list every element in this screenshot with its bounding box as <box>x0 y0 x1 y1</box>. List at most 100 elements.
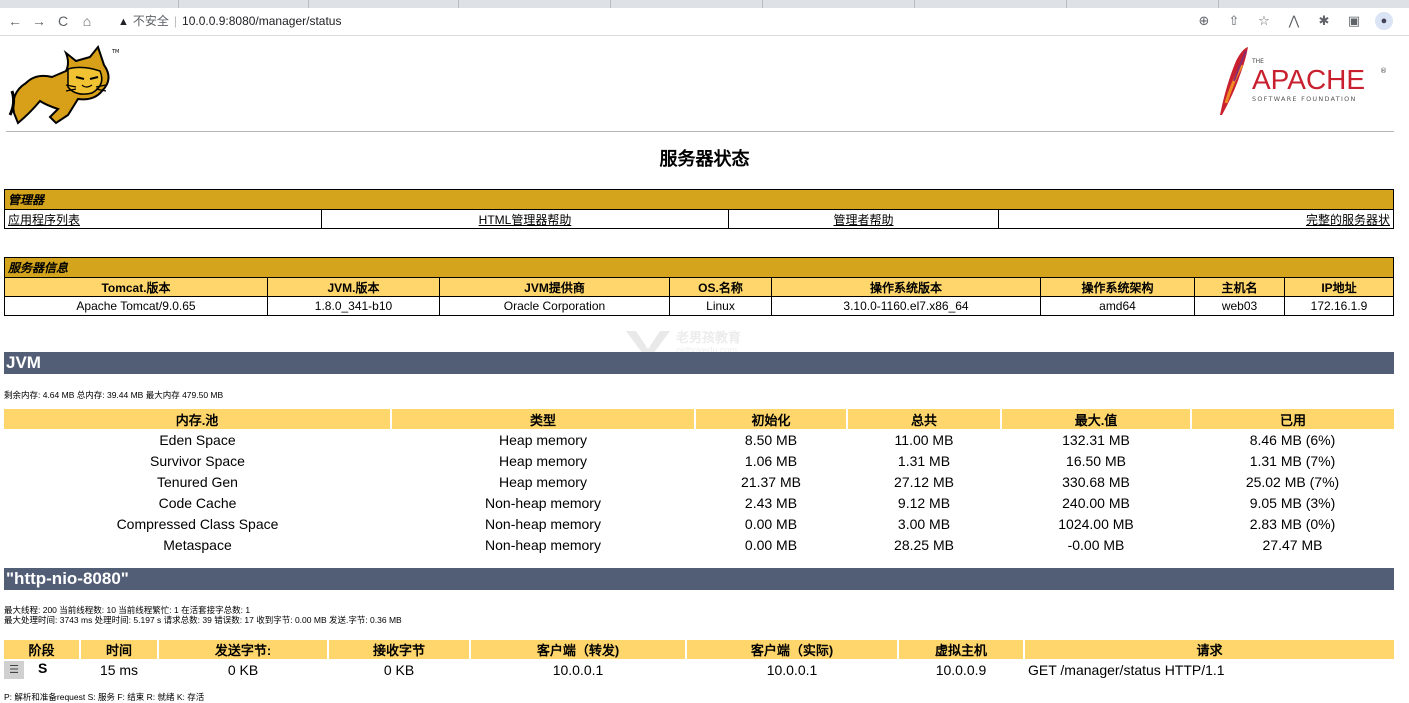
table-row: Survivor Space Heap memory 1.06 MB 1.31 … <box>4 450 1394 471</box>
connector-section-title: "http-nio-8080" <box>4 568 1394 590</box>
manager-table: 管理器 应用程序列表 HTML管理器帮助 管理者帮助 完整的服务器状 <box>4 189 1394 229</box>
home-icon[interactable]: ⌂ <box>78 12 96 30</box>
complete-server-status-link[interactable]: 完整的服务器状 <box>1306 213 1390 227</box>
manager-help-link[interactable]: 管理者帮助 <box>833 213 893 227</box>
memory-type-cell: Heap memory <box>499 473 587 490</box>
browser-tab[interactable] <box>762 0 915 8</box>
client-actual-cell: 10.0.0.1 <box>766 661 818 678</box>
server-info-header: OS.名称 <box>669 277 772 297</box>
stage-legend: P: 解析和准备request S: 服务 F: 结束 R: 就绪 K: 存活 <box>4 692 205 702</box>
memory-total-cell: 27.12 MB <box>894 473 954 490</box>
jvm-memory-summary: 剩余内存: 4.64 MB 总内存: 39.44 MB 最大内存 479.50 … <box>4 390 224 400</box>
memory-init-cell: 0.00 MB <box>744 536 798 553</box>
memory-init-cell: 8.50 MB <box>744 431 798 448</box>
server-info-header: Tomcat.版本 <box>4 277 268 297</box>
request-header: 请求 <box>1024 640 1394 659</box>
recv-bytes-header: 接收字节 <box>328 640 471 659</box>
memory-type-cell: Heap memory <box>499 452 587 469</box>
sent-bytes-header: 发送字节: <box>158 640 329 659</box>
os-version-value: 3.10.0-1160.el7.x86_64 <box>771 296 1041 316</box>
reload-icon[interactable]: C <box>54 12 72 30</box>
virtual-host-cell: 10.0.0.9 <box>935 661 987 678</box>
server-info-header: JVM提供商 <box>439 277 670 297</box>
manager-section-title: 管理器 <box>4 189 1394 210</box>
page-title: 服务器状态 <box>659 149 750 169</box>
forward-icon[interactable]: → <box>30 12 48 30</box>
list-menu-icon[interactable]: ☰ <box>4 660 24 679</box>
memory-pool-cell: Tenured Gen <box>157 473 238 490</box>
manager-link-cell: 应用程序列表 <box>4 209 322 229</box>
table-row: Tenured Gen Heap memory 21.37 MB 27.12 M… <box>4 471 1394 492</box>
request-table: 阶段 时间 发送字节: 接收字节 客户端（转发) 客户端（实际) 虚拟主机 请求… <box>4 640 1394 680</box>
table-row: Metaspace Non-heap memory 0.00 MB 28.25 … <box>4 534 1394 555</box>
memory-max-cell: 330.68 MB <box>1062 473 1130 490</box>
memory-max-cell: 1024.00 MB <box>1058 515 1134 532</box>
html-manager-help-link[interactable]: HTML管理器帮助 <box>479 213 572 227</box>
server-info-section-title: 服务器信息 <box>4 257 1394 278</box>
warning-triangle-icon[interactable]: ▲ <box>118 16 129 28</box>
connector-requests-info: 最大处理时间: 3743 ms 处理时间: 5.197 s 请求总数: 39 错… <box>4 615 402 625</box>
ip-address-value: 172.16.1.9 <box>1284 296 1394 316</box>
browser-tab-strip <box>0 0 1409 8</box>
zoom-icon[interactable]: ⊕ <box>1195 12 1213 30</box>
stage-cell: ☰ S <box>4 659 80 680</box>
virtual-host-header: 虚拟主机 <box>898 640 1025 659</box>
memory-used-cell: 9.05 MB (3%) <box>1249 494 1336 511</box>
memory-max-cell: 240.00 MB <box>1062 494 1130 511</box>
browser-tab[interactable] <box>0 0 179 8</box>
jvm-vendor-value: Oracle Corporation <box>439 296 670 316</box>
app-list-link[interactable]: 应用程序列表 <box>8 213 80 227</box>
url-text[interactable]: 10.0.0.9:8080/manager/status <box>182 14 341 28</box>
memory-max-cell: 132.31 MB <box>1062 431 1130 448</box>
memory-type-cell: Non-heap memory <box>485 536 601 553</box>
profile-avatar-icon[interactable]: ● <box>1375 12 1393 30</box>
share-icon[interactable]: ⇧ <box>1225 12 1243 30</box>
memory-total-cell: 28.25 MB <box>894 536 954 553</box>
side-panel-icon[interactable]: ▣ <box>1345 12 1363 30</box>
puzzle-extensions-icon[interactable]: ✱ <box>1315 12 1333 30</box>
memory-type-cell: Non-heap memory <box>485 494 601 511</box>
browser-tab[interactable] <box>308 0 459 8</box>
memory-init-cell: 0.00 MB <box>744 515 798 532</box>
memory-used-header: 已用 <box>1191 409 1394 429</box>
apache-logo[interactable]: THE APACHE ® SOFTWARE FOUNDATION <box>1212 45 1392 117</box>
browser-tab[interactable] <box>914 0 1067 8</box>
manager-link-cell: HTML管理器帮助 <box>321 209 729 229</box>
time-cell: 15 ms <box>99 661 139 678</box>
header-divider <box>6 131 1394 132</box>
server-info-header: JVM.版本 <box>267 277 440 297</box>
memory-used-cell: 25.02 MB (7%) <box>1245 473 1340 490</box>
memory-type-header: 类型 <box>391 409 696 429</box>
memory-max-cell: -0.00 MB <box>1067 536 1125 553</box>
browser-tab[interactable] <box>458 0 611 8</box>
memory-pool-cell: Survivor Space <box>150 452 245 469</box>
memory-used-cell: 2.83 MB (0%) <box>1249 515 1336 532</box>
manager-link-cell: 管理者帮助 <box>728 209 999 229</box>
memory-total-cell: 3.00 MB <box>897 515 951 532</box>
memory-total-cell: 1.31 MB <box>897 452 951 469</box>
memory-total-cell: 11.00 MB <box>894 431 954 448</box>
address-bar[interactable]: ▲ 不安全 | 10.0.0.9:8080/manager/status <box>118 11 1288 31</box>
apache-logo-text: APACHE <box>1252 64 1365 95</box>
browser-tab[interactable] <box>610 0 763 8</box>
memory-used-cell: 1.31 MB (7%) <box>1249 452 1336 469</box>
hostname-value: web03 <box>1194 296 1285 316</box>
memory-used-cell: 8.46 MB (6%) <box>1249 431 1336 448</box>
extension-icon[interactable]: ⋀ <box>1285 12 1303 30</box>
memory-used-cell: 27.47 MB <box>1262 536 1323 553</box>
browser-tab[interactable] <box>1066 0 1219 8</box>
browser-tab[interactable] <box>178 0 309 8</box>
stage-header: 阶段 <box>4 640 81 659</box>
server-info-table: 服务器信息 Tomcat.版本 JVM.版本 JVM提供商 OS.名称 操作系统… <box>4 257 1394 316</box>
bookmark-star-icon[interactable]: ☆ <box>1255 12 1273 30</box>
memory-pool-table: 内存.池 类型 初始化 总共 最大.值 已用 Eden Space Heap m… <box>4 409 1394 555</box>
client-actual-header: 客户端（实际) <box>686 640 899 659</box>
table-row: Eden Space Heap memory 8.50 MB 11.00 MB … <box>4 429 1394 450</box>
apache-logo-registered: ® <box>1380 67 1387 75</box>
table-row: Code Cache Non-heap memory 2.43 MB 9.12 … <box>4 492 1394 513</box>
browser-toolbar: ← → C ⌂ ▲ 不安全 | 10.0.0.9:8080/manager/statu… <box>0 8 1409 36</box>
back-icon[interactable]: ← <box>6 12 24 30</box>
tomcat-logo[interactable]: TM <box>6 43 120 125</box>
memory-type-cell: Heap memory <box>499 431 587 448</box>
apache-logo-subtext: SOFTWARE FOUNDATION <box>1252 95 1357 103</box>
